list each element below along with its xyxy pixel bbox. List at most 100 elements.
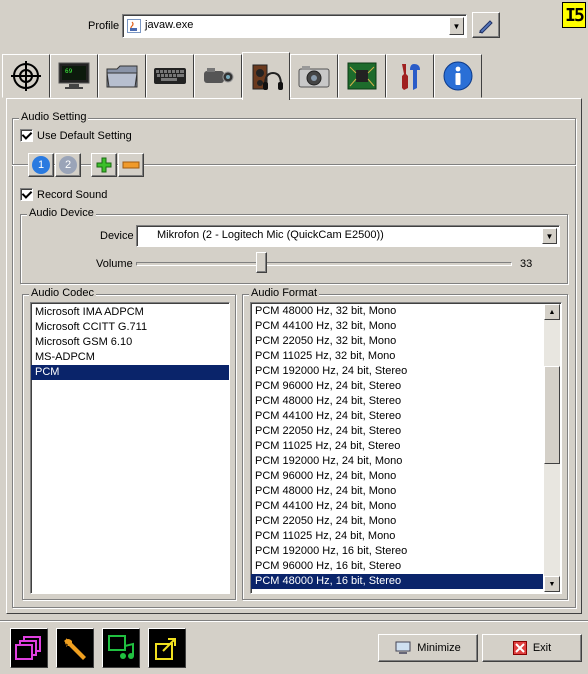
list-item[interactable]: PCM 11025 Hz, 24 bit, Mono: [251, 529, 543, 544]
list-item[interactable]: PCM: [31, 365, 229, 380]
list-item[interactable]: PCM 11025 Hz, 32 bit, Mono: [251, 349, 543, 364]
list-item[interactable]: PCM 22050 Hz, 24 bit, Mono: [251, 514, 543, 529]
list-item[interactable]: PCM 192000 Hz, 24 bit, Mono: [251, 454, 543, 469]
list-item[interactable]: PCM 192000 Hz, 24 bit, Stereo: [251, 364, 543, 379]
crosshair-icon: [11, 61, 41, 91]
profile-tab-1-label: 1: [32, 156, 50, 174]
record-sound-label: Record Sound: [37, 188, 108, 201]
pencil-icon: [479, 20, 493, 34]
close-icon: [512, 641, 527, 655]
minimize-label: Minimize: [417, 642, 461, 654]
folder-icon: [106, 65, 138, 88]
use-default-setting-checkbox[interactable]: Use Default Setting: [20, 129, 132, 142]
list-item[interactable]: PCM 48000 Hz, 24 bit, Mono: [251, 484, 543, 499]
profile-tab-1[interactable]: 1: [28, 153, 54, 177]
tab-camera[interactable]: [290, 54, 338, 98]
audio-format-list[interactable]: PCM 48000 Hz, 32 bit, Mono PCM 44100 Hz, …: [250, 302, 562, 594]
list-item[interactable]: MS-ADPCM: [31, 350, 229, 365]
record-sound-checkbox[interactable]: Record Sound: [20, 188, 107, 201]
speaker-headphones-icon: [252, 64, 283, 90]
profile-select[interactable]: javaw.exe ▼: [122, 14, 467, 38]
stacked-windows-icon: [15, 636, 41, 660]
windows-button[interactable]: [10, 628, 48, 668]
audio-codec-title: Audio Codec: [29, 287, 96, 299]
profile-value: javaw.exe: [145, 19, 194, 31]
plus-icon: [96, 157, 112, 173]
list-item[interactable]: PCM 44100 Hz, 32 bit, Mono: [251, 319, 543, 334]
media-button[interactable]: [102, 628, 140, 668]
list-item[interactable]: PCM 96000 Hz, 24 bit, Mono: [251, 469, 543, 484]
list-item[interactable]: Microsoft CCITT G.711: [31, 320, 229, 335]
profile-tab-2[interactable]: 2: [55, 153, 81, 177]
tab-folder[interactable]: [98, 54, 146, 98]
tab-bar: 69: [0, 52, 588, 100]
exit-label: Exit: [532, 642, 552, 654]
export-icon: [155, 638, 176, 660]
tab-info[interactable]: [434, 54, 482, 98]
list-item[interactable]: PCM 22050 Hz, 24 bit, Stereo: [251, 424, 543, 439]
tools-icon: [402, 64, 420, 90]
computer-icon: [395, 641, 411, 654]
device-select[interactable]: Mikrofon (2 - Logitech Mic (QuickCam E25…: [136, 225, 560, 247]
keyboard-icon: [154, 68, 186, 84]
device-label: Device: [100, 230, 134, 242]
bottom-divider: [0, 620, 588, 621]
profile-label: Profile: [88, 20, 120, 32]
volume-label: Volume: [96, 258, 133, 270]
java-app-icon: [127, 19, 141, 33]
chevron-down-icon[interactable]: ▼: [449, 17, 464, 35]
list-item[interactable]: PCM 48000 Hz, 16 bit, Stereo: [251, 574, 543, 589]
scroll-up-icon[interactable]: ▲: [544, 304, 560, 320]
list-item[interactable]: PCM 192000 Hz, 16 bit, Stereo: [251, 544, 543, 559]
tab-tools[interactable]: [386, 54, 434, 98]
exit-button[interactable]: Exit: [482, 634, 582, 662]
list-item[interactable]: PCM 22050 Hz, 32 bit, Mono: [251, 334, 543, 349]
settings-button[interactable]: [56, 628, 94, 668]
tab-monitor[interactable]: 69: [50, 54, 98, 98]
list-item[interactable]: PCM 96000 Hz, 24 bit, Stereo: [251, 379, 543, 394]
audio-format-title: Audio Format: [249, 287, 320, 299]
add-profile-button[interactable]: [91, 153, 117, 177]
profile-tab-2-label: 2: [59, 156, 77, 174]
tab-audio[interactable]: [242, 52, 290, 100]
edit-profile-button[interactable]: [472, 12, 500, 38]
scrollbar-thumb[interactable]: [544, 366, 560, 464]
list-item[interactable]: PCM 48000 Hz, 32 bit, Mono: [251, 304, 543, 319]
audio-format-scrollbar[interactable]: ▲ ▼: [544, 304, 560, 592]
tab-camcorder[interactable]: [194, 54, 242, 98]
list-item[interactable]: Microsoft GSM 6.10: [31, 335, 229, 350]
audio-setting-title: Audio Setting: [19, 111, 89, 123]
monitor-icon: 69: [58, 62, 90, 89]
list-item[interactable]: Microsoft IMA ADPCM: [31, 305, 229, 320]
tab-chip[interactable]: [338, 54, 386, 98]
audio-codec-list[interactable]: Microsoft IMA ADPCM Microsoft CCITT G.711…: [30, 302, 230, 594]
list-item[interactable]: PCM 11025 Hz, 24 bit, Stereo: [251, 439, 543, 454]
list-item[interactable]: PCM 96000 Hz, 16 bit, Stereo: [251, 559, 543, 574]
minus-icon: [122, 161, 140, 169]
chevron-down-icon[interactable]: ▼: [542, 228, 557, 244]
version-badge: I5: [562, 2, 586, 28]
svg-text:69: 69: [65, 68, 73, 75]
camera-icon: [298, 66, 330, 88]
tab-keyboard[interactable]: [146, 54, 194, 98]
list-item[interactable]: PCM 48000 Hz, 24 bit, Stereo: [251, 394, 543, 409]
export-button[interactable]: [148, 628, 186, 668]
use-default-check[interactable]: [20, 129, 33, 142]
list-item[interactable]: PCM 44100 Hz, 24 bit, Mono: [251, 499, 543, 514]
volume-slider-thumb[interactable]: [256, 252, 268, 273]
use-default-label: Use Default Setting: [37, 129, 132, 142]
list-item[interactable]: PCM 44100 Hz, 24 bit, Stereo: [251, 409, 543, 424]
minimize-button[interactable]: Minimize: [378, 634, 478, 662]
volume-value: 33: [520, 258, 533, 270]
info-icon: [443, 61, 473, 91]
screen-music-icon: [108, 635, 134, 659]
tab-crosshair[interactable]: [2, 54, 50, 98]
chip-icon: [347, 62, 377, 90]
record-sound-check[interactable]: [20, 188, 33, 201]
volume-track[interactable]: [136, 262, 512, 266]
device-value: Mikrofon (2 - Logitech Mic (QuickCam E25…: [157, 229, 384, 241]
audio-device-title: Audio Device: [27, 207, 96, 219]
wrench-icon: [64, 638, 86, 660]
scroll-down-icon[interactable]: ▼: [544, 576, 560, 592]
remove-profile-button[interactable]: [118, 153, 144, 177]
